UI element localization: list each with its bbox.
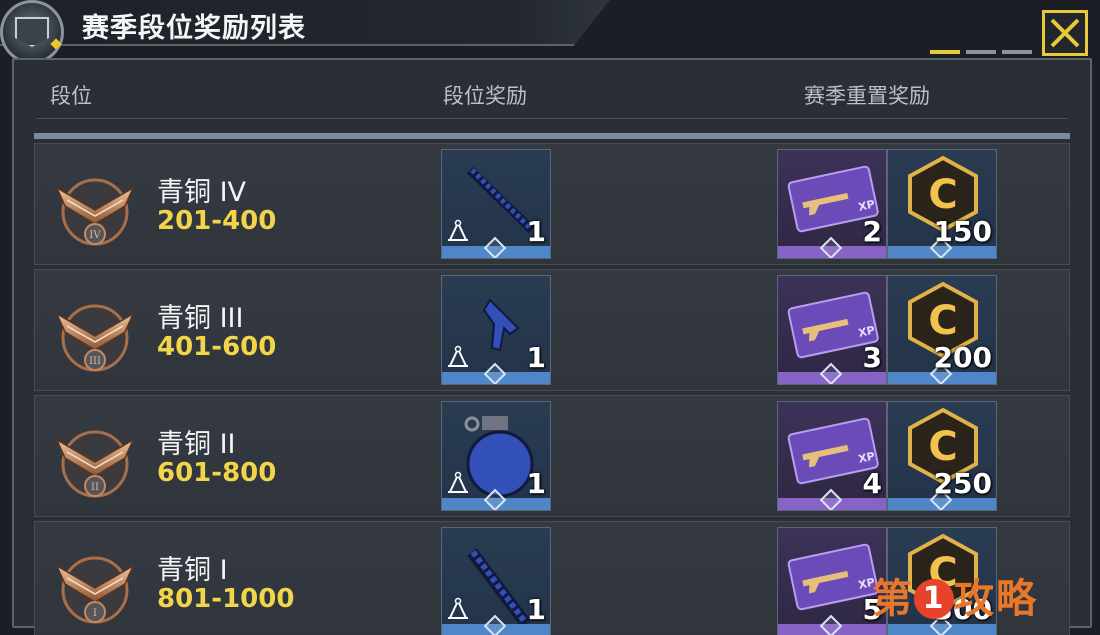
- watermark-number: 1: [914, 579, 954, 619]
- svg-text:C: C: [928, 172, 957, 218]
- xp-card-reward[interactable]: XP 2: [777, 149, 887, 259]
- blueprint-compass-icon: [448, 597, 468, 619]
- xp-card-reward[interactable]: XP 3: [777, 275, 887, 385]
- credits-reward[interactable]: C 200: [887, 275, 997, 385]
- watermark-text-post: 攻略: [954, 576, 1038, 622]
- reward-row[interactable]: II 青铜 II 601-800 1 XP 4 C 250: [34, 395, 1070, 517]
- reward-quantity: 200: [933, 341, 992, 374]
- bronze-rank-emblem-icon: II: [55, 430, 135, 498]
- reward-quantity: 4: [862, 467, 882, 500]
- watermark: 第 1 攻略: [872, 566, 1038, 624]
- rank-range: 401-600: [157, 332, 277, 362]
- svg-text:C: C: [928, 298, 957, 344]
- weapon-blueprint-reward[interactable]: 1: [441, 527, 551, 635]
- page-dot-2[interactable]: [966, 50, 996, 54]
- credits-reward[interactable]: C 150: [887, 149, 997, 259]
- season-badge-icon: [0, 0, 64, 64]
- page-indicator: [930, 50, 1032, 54]
- column-header-rank-reward: 段位奖励: [443, 84, 527, 108]
- reward-quantity: 1: [526, 341, 546, 374]
- weapon-blueprint-reward[interactable]: 1: [441, 149, 551, 259]
- page-dot-3[interactable]: [1002, 50, 1032, 54]
- rank-name: 青铜 III: [157, 303, 244, 334]
- watermark-text-pre: 第: [872, 576, 914, 622]
- svg-text:I: I: [93, 608, 97, 619]
- reward-quantity: 1: [526, 593, 546, 626]
- reward-quantity: 150: [933, 215, 992, 248]
- reward-quantity: 3: [862, 341, 882, 374]
- page-title: 赛季段位奖励列表: [82, 13, 306, 44]
- svg-text:III: III: [89, 356, 101, 367]
- reward-quantity: 250: [933, 467, 992, 500]
- reward-quantity: 1: [526, 215, 546, 248]
- column-header-rank: 段位: [50, 84, 92, 108]
- svg-text:C: C: [928, 424, 957, 470]
- rank-range: 601-800: [157, 458, 277, 488]
- bronze-rank-emblem-icon: III: [55, 304, 135, 372]
- reward-quantity: 1: [526, 467, 546, 500]
- rank-range: 801-1000: [157, 584, 295, 614]
- svg-text:IV: IV: [89, 230, 101, 241]
- xp-card-reward[interactable]: XP 4: [777, 401, 887, 511]
- rank-range: 201-400: [157, 206, 277, 236]
- close-icon: [1050, 18, 1080, 48]
- reward-quantity: 2: [862, 215, 882, 248]
- rank-name: 青铜 IV: [157, 177, 247, 208]
- svg-text:II: II: [91, 482, 99, 493]
- reward-row[interactable]: III 青铜 III 401-600 1 XP 3 C 200: [34, 269, 1070, 391]
- header-divider: [36, 118, 1068, 119]
- blueprint-compass-icon: [448, 471, 468, 493]
- blueprint-compass-icon: [448, 219, 468, 241]
- bronze-rank-emblem-icon: I: [55, 556, 135, 624]
- rank-name: 青铜 II: [157, 429, 236, 460]
- credits-reward[interactable]: C 250: [887, 401, 997, 511]
- rank-name: 青铜 I: [157, 555, 228, 586]
- weapon-blueprint-reward[interactable]: 1: [441, 401, 551, 511]
- header-bar: [34, 133, 1070, 139]
- weapon-blueprint-reward[interactable]: 1: [441, 275, 551, 385]
- bronze-rank-emblem-icon: IV: [55, 178, 135, 246]
- close-button[interactable]: [1042, 10, 1088, 56]
- xp-card-reward[interactable]: XP 5: [777, 527, 887, 635]
- column-header-reset-reward: 赛季重置奖励: [804, 84, 930, 108]
- blueprint-compass-icon: [448, 345, 468, 367]
- reward-row[interactable]: IV 青铜 IV 201-400 1 XP 2 C 150: [34, 143, 1070, 265]
- page-dot-1[interactable]: [930, 50, 960, 54]
